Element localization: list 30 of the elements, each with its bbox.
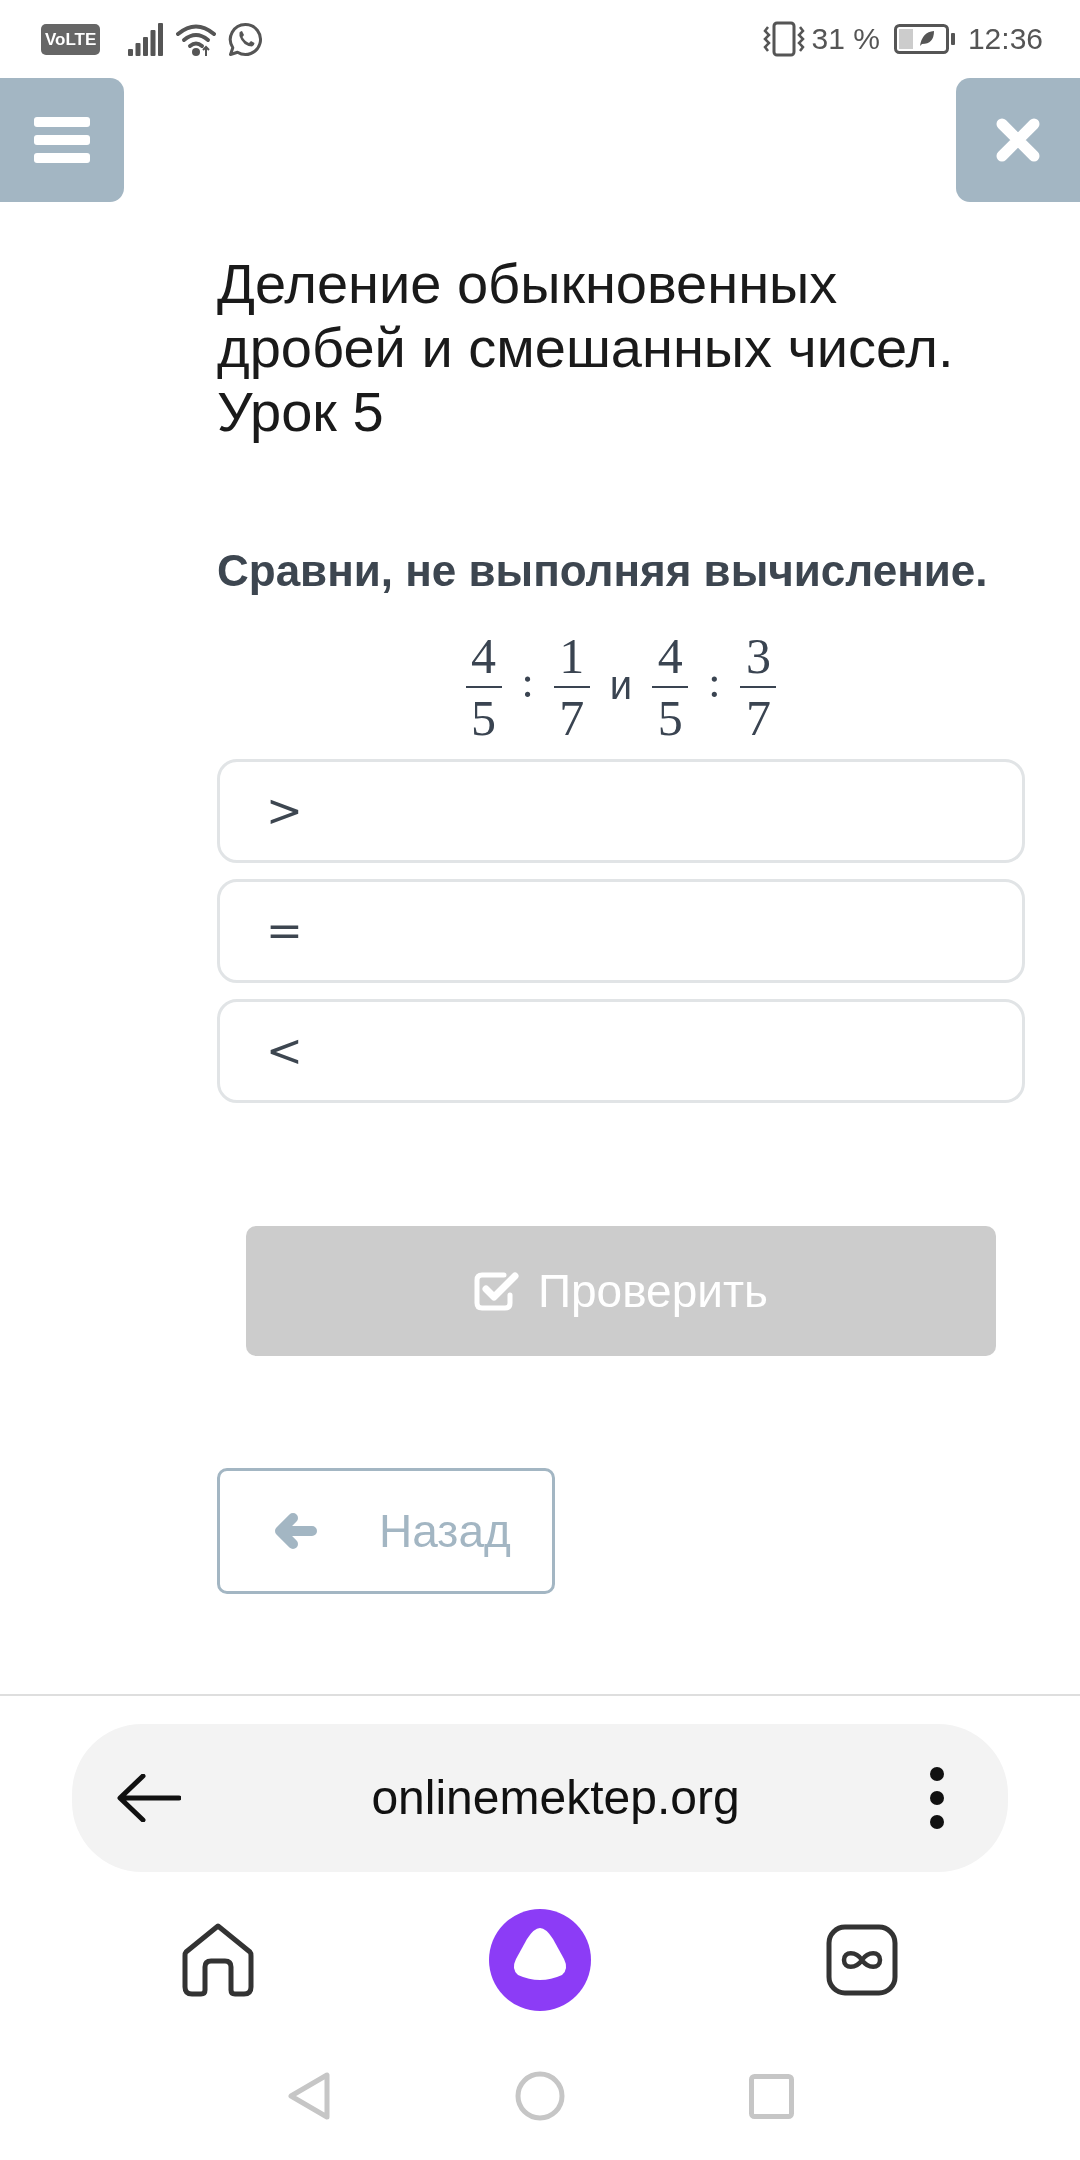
answer-option[interactable]: = [217, 879, 1025, 983]
tabs-icon[interactable] [826, 1924, 898, 1996]
assistant-icon[interactable] [489, 1909, 591, 2011]
page-url[interactable]: onlinemektep.org [181, 1770, 930, 1826]
fraction: 4 5 [652, 632, 689, 742]
lesson-title: Деление обыкновенных дробей и смешанных чисел. Урок 5 [217, 252, 955, 444]
left-arrow-icon [273, 1513, 317, 1549]
battery-icon [893, 24, 956, 54]
conjunction-word: и [609, 662, 633, 709]
division-sign: : [521, 659, 534, 707]
task-prompt: Сравни, не выполняя вычисление. [217, 547, 989, 595]
signal-icon [128, 22, 165, 56]
back-arrow-icon[interactable] [117, 1774, 181, 1822]
vibrate-icon [761, 21, 806, 57]
more-options-icon[interactable] [930, 1767, 944, 1829]
fraction: 1 7 [553, 632, 590, 742]
answer-option[interactable]: < [217, 999, 1025, 1103]
battery-percent: 31 % [811, 21, 880, 57]
phone-chat-icon [228, 21, 264, 57]
network-badge: VoLTE [41, 23, 101, 55]
answer-option[interactable]: > [217, 759, 1025, 863]
fraction: 4 5 [465, 632, 502, 742]
checkbox-check-icon [473, 1271, 520, 1311]
home-icon[interactable] [182, 1923, 254, 1997]
division-sign: : [708, 659, 721, 707]
fraction: 3 7 [740, 632, 777, 742]
clock-time: 12:36 [967, 21, 1043, 57]
menu-icon [34, 117, 90, 163]
close-icon [996, 118, 1040, 162]
wifi-icon [176, 22, 217, 56]
